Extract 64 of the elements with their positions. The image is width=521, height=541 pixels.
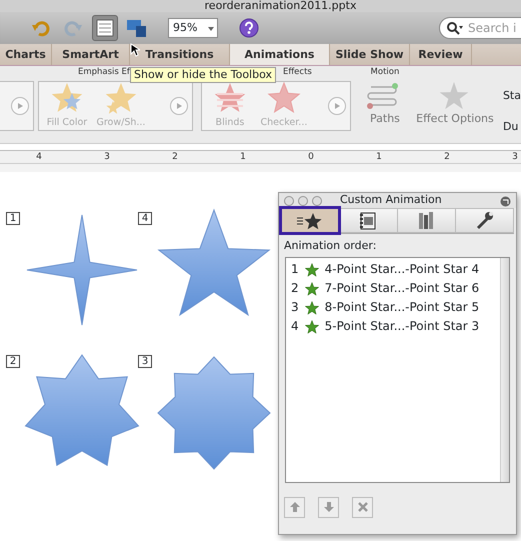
play-icon [332,102,341,110]
ruler-number: 4 [36,152,42,162]
up-arrow-icon [288,501,300,513]
option-label: Du [502,118,520,134]
play-icon [16,102,24,110]
star-icon [304,282,319,296]
ruler-number: 2 [444,152,450,162]
palette-title: Custom Animation [340,192,443,208]
paths-button[interactable]: Paths [360,81,409,128]
animation-list-item[interactable]: 3 8-Point Star...-Point Star 5 [286,298,500,316]
zoom-field[interactable]: 95% [168,18,218,38]
animation-list-item[interactable]: 2 7-Point Star...-Point Star 6 [286,278,500,298]
star-icon [304,320,319,334]
tooltip: Show or hide the Toolbox [130,67,276,83]
shape-number: 2 [6,355,20,368]
move-down-button[interactable] [318,496,339,518]
star-icon [304,300,319,315]
group-title: Motion [370,67,400,77]
animation-list-item[interactable]: 4 5-Point Star...-Point Star 3 [286,316,500,336]
ruler-number: 1 [376,152,382,162]
close-icon [356,501,368,513]
ruler-number: 3 [104,152,110,162]
toolbox-icon [96,19,114,37]
redo-icon [63,19,83,37]
option-label: Sta [502,88,521,104]
shape-number: 3 [138,355,152,368]
palette-tab[interactable] [281,208,340,233]
scrollbar[interactable] [500,258,509,482]
ribbon-tab[interactable]: Slide Show [330,44,410,65]
effect-options-button[interactable]: Effect Options [416,81,493,128]
books-icon [417,210,436,232]
ribbon-tab[interactable]: Review [410,44,472,65]
play-icon [174,102,183,110]
undo-icon [31,19,51,37]
animation-list-item[interactable]: 1 4-Point Star...-Point Star 4 [286,260,500,278]
shape-number: 4 [138,212,152,225]
down-arrow-icon [322,501,334,513]
shape-number: 1 [6,212,20,225]
remove-button[interactable] [352,496,373,518]
move-up-button[interactable] [284,496,305,518]
group-title: Effects [282,67,312,77]
photo-album-icon [358,210,378,232]
ruler-number: 3 [512,152,518,162]
stars-icon [104,82,138,116]
section-label: Animation order: [284,238,378,254]
gallery-arrow-button[interactable] [328,97,346,115]
ruler-number: 1 [240,152,246,162]
wrench-icon [474,210,494,232]
cursor-icon [130,42,140,57]
help-icon [239,18,259,38]
palette-tab[interactable] [456,208,514,233]
ribbon-tab[interactable]: Charts [0,44,52,65]
ruler-number: 2 [172,152,178,162]
gallery-arrow-button[interactable] [10,97,29,115]
palette-tab[interactable] [398,208,456,233]
search-icon [446,21,464,35]
gallery-arrow-button[interactable] [170,97,188,115]
toolbox-button[interactable] [92,15,118,41]
group-title: Emphasis Ef [78,67,130,77]
star-icon [304,262,319,277]
ribbon-tab[interactable]: Animations [230,44,330,65]
palette-tab[interactable] [339,208,398,233]
window-title: reorderanimation2011.pptx [204,0,356,12]
ruler-number: 0 [308,152,314,162]
